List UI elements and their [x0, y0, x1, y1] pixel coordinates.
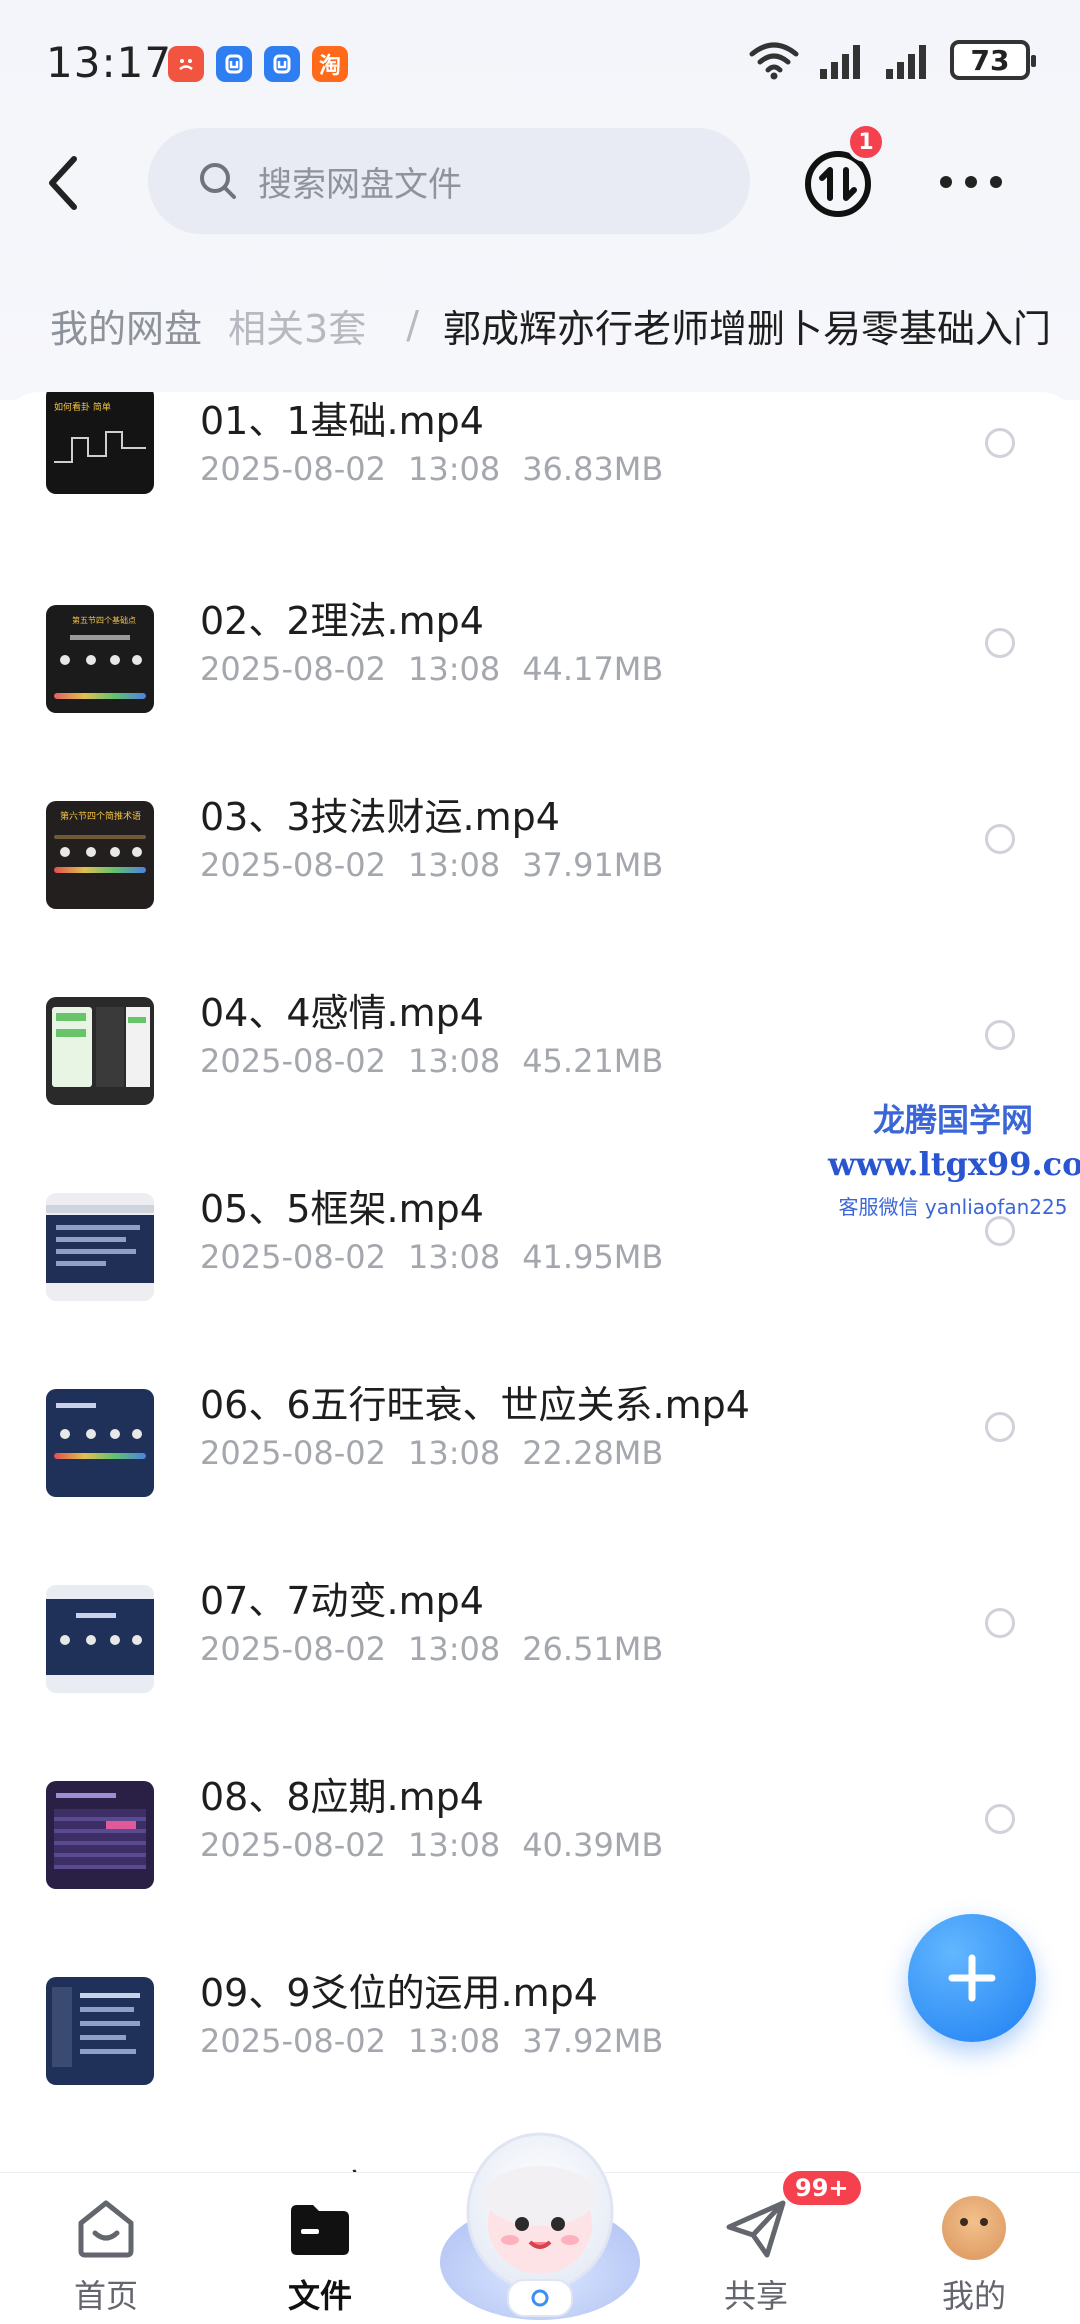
nav-home-label: 首页: [73, 2277, 138, 2315]
file-meta: 2025-08-02 13:08 41.95MB: [200, 1238, 664, 1276]
video-thumbnail: [46, 1389, 154, 1497]
assistant-mascot-button[interactable]: [430, 2112, 650, 2324]
select-radio[interactable]: [985, 1804, 1015, 1834]
nav-home[interactable]: 首页: [36, 2173, 176, 2324]
video-thumbnail: 第六节四个简推术语: [46, 801, 154, 909]
share-count-badge: 99+: [780, 2168, 864, 2208]
select-radio[interactable]: [985, 1608, 1015, 1638]
status-right-icons: 73: [748, 40, 1036, 80]
select-radio[interactable]: [985, 824, 1015, 854]
chevron-left-icon: [49, 156, 77, 210]
status-time: 13:17: [46, 38, 173, 87]
video-thumbnail: 第五节四个基础点: [46, 605, 154, 713]
video-thumbnail: 如何看卦 简单: [46, 392, 154, 494]
file-name: 08、8应期.mp4: [200, 1775, 484, 1819]
video-thumbnail: [46, 1193, 154, 1301]
select-radio[interactable]: [985, 1412, 1015, 1442]
file-row[interactable]: 07、7动变.mp4 2025-08-02 13:08 26.51MB: [0, 1570, 1080, 1766]
file-list: 如何看卦 简单 01、1基础.mp4 2025-08-02 13:08 36.83M…: [0, 392, 1080, 2172]
nav-mine[interactable]: 我的: [904, 2173, 1044, 2324]
select-radio[interactable]: [985, 1020, 1015, 1050]
file-meta: 2025-08-02 13:08 36.83MB: [200, 450, 664, 488]
video-thumbnail: [46, 1977, 154, 2085]
thumb-graphic: [54, 431, 146, 463]
file-meta: 2025-08-02 13:08 26.51MB: [200, 1630, 664, 1668]
file-name: 02、2理法.mp4: [200, 599, 484, 643]
select-radio[interactable]: [985, 628, 1015, 658]
more-options-button[interactable]: [940, 160, 1002, 204]
file-name: 10、10应用: [200, 2158, 411, 2172]
thumb-caption: 第五节四个基础点: [72, 616, 136, 625]
file-meta: 2025-08-02 13:08 44.17MB: [200, 650, 664, 688]
wifi-icon: [749, 42, 799, 80]
file-row[interactable]: 05、5框架.mp4 2025-08-02 13:08 41.95MB: [0, 1178, 1080, 1374]
send-icon: [721, 2195, 791, 2261]
app-notification-icon: [264, 46, 300, 82]
home-icon: [71, 2195, 141, 2261]
add-button[interactable]: [908, 1914, 1036, 2042]
nav-files-label: 文件: [287, 2277, 352, 2315]
plus-icon: [948, 1954, 996, 2002]
transfer-count-badge: 1: [846, 122, 886, 162]
thumb-caption: 如何看卦 简单: [54, 403, 111, 413]
search-placeholder: 搜索网盘文件: [258, 164, 462, 205]
more-dot: [990, 176, 1002, 188]
breadcrumb-current: 郭成辉亦行老师增删卜易零基础入门: [443, 306, 1052, 351]
search-icon: [200, 163, 236, 199]
file-row[interactable]: 04、4感情.mp4 2025-08-02 13:08 45.21MB: [0, 982, 1080, 1178]
more-dot: [965, 176, 977, 188]
breadcrumb-separator: /: [406, 303, 420, 347]
file-meta: 2025-08-02 13:08 40.39MB: [200, 1826, 664, 1864]
file-name: 06、6五行旺衰、世应关系.mp4: [200, 1383, 750, 1427]
file-row[interactable]: 第六节四个简推术语 03、3技法财运.mp4 2025-08-02 13:08 37…: [0, 786, 1080, 982]
video-thumbnail: [46, 1585, 154, 1693]
file-row[interactable]: 第五节四个基础点 02、2理法.mp4 2025-08-02 13:08 44.17…: [0, 590, 1080, 786]
battery-indicator: 73: [950, 40, 1036, 80]
video-thumbnail: [46, 997, 154, 1105]
thumb-caption: 第六节四个简推术语: [60, 812, 142, 822]
file-meta: 2025-08-02 13:08 22.28MB: [200, 1434, 664, 1472]
nav-files[interactable]: 文件: [250, 2173, 390, 2324]
app-notification-icon: [168, 46, 204, 82]
file-meta: 2025-08-02 13:08 37.91MB: [200, 846, 664, 884]
nav-share-label: 共享: [723, 2277, 788, 2315]
status-bar: 13:17 淘 73: [0, 0, 1080, 130]
breadcrumb-root[interactable]: 我的网盘: [50, 298, 202, 353]
file-meta: 2025-08-02 13:08 37.92MB: [200, 2022, 664, 2060]
select-radio[interactable]: [985, 1216, 1015, 1246]
back-button[interactable]: [36, 148, 92, 218]
file-name: 07、7动变.mp4: [200, 1579, 484, 1623]
app-notification-icon: [216, 46, 252, 82]
file-row[interactable]: 06、6五行旺衰、世应关系.mp4 2025-08-02 13:08 22.28MB: [0, 1374, 1080, 1570]
search-input[interactable]: 搜索网盘文件: [148, 128, 750, 234]
file-name: 09、9爻位的运用.mp4: [200, 1971, 598, 2015]
nav-mine-label: 我的: [941, 2277, 1006, 2315]
folder-icon: [285, 2195, 355, 2261]
file-name: 03、3技法财运.mp4: [200, 795, 560, 839]
avatar: [939, 2195, 1009, 2261]
file-meta: 2025-08-02 13:08 45.21MB: [200, 1042, 664, 1080]
file-name: 05、5框架.mp4: [200, 1187, 484, 1231]
taobao-icon: 淘: [312, 46, 348, 82]
breadcrumb-folder[interactable]: 相关3套: [228, 298, 366, 353]
breadcrumb: 我的网盘 相关3套 / 郭成辉亦行老师增删卜易零基础入门: [0, 285, 1080, 365]
notification-icons: 淘: [168, 46, 348, 82]
more-dot: [940, 176, 952, 188]
file-row[interactable]: 08、8应期.mp4 2025-08-02 13:08 40.39MB: [0, 1766, 1080, 1962]
select-radio[interactable]: [985, 428, 1015, 458]
file-name: 04、4感情.mp4: [200, 991, 484, 1035]
file-row[interactable]: 如何看卦 简单 01、1基础.mp4 2025-08-02 13:08 36.83M…: [0, 392, 1080, 586]
signal-icon: [886, 45, 926, 79]
signal-icon: [820, 45, 860, 79]
video-thumbnail: [46, 1781, 154, 1889]
file-name: 01、1基础.mp4: [200, 399, 484, 443]
